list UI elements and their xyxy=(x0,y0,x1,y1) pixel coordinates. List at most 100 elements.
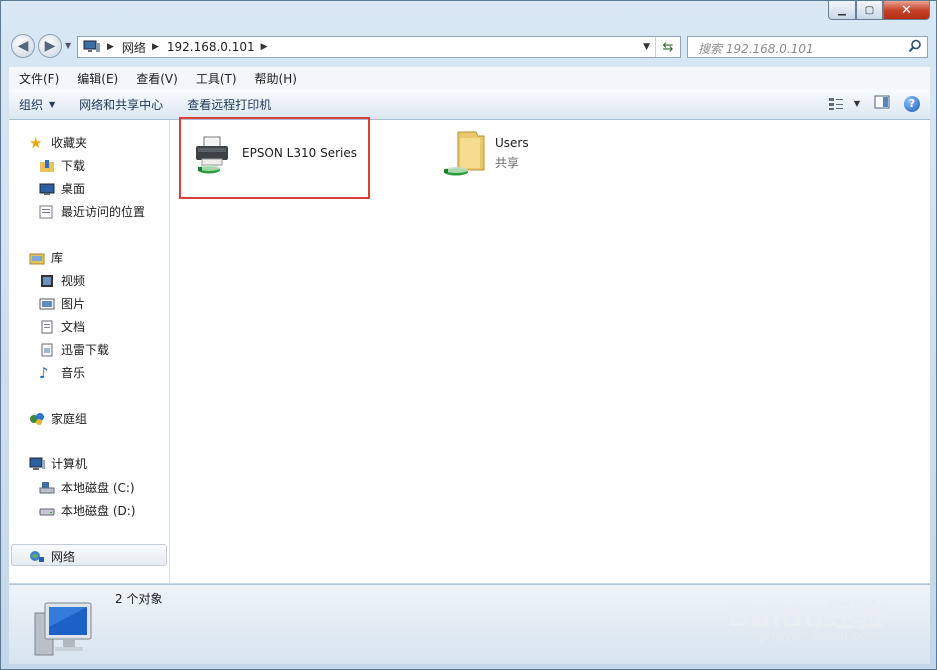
nav-recent-label: 最近访问的位置 xyxy=(61,205,146,219)
view-printers-button[interactable]: 查看远程打印机 xyxy=(177,96,279,113)
chevron-down-icon: ▼ xyxy=(853,99,860,108)
nav-music-label: 音乐 xyxy=(61,366,86,380)
nav-recent[interactable]: 最近访问的位置 xyxy=(39,203,145,220)
forward-button[interactable]: ▶ xyxy=(38,34,62,58)
refresh-button[interactable]: ⇆ xyxy=(655,37,680,57)
download-folder-icon xyxy=(39,159,55,173)
item-count: 2 个对象 xyxy=(115,592,163,606)
desktop-icon xyxy=(39,182,55,196)
nav-network-label: 网络 xyxy=(51,550,76,564)
menu-file[interactable]: 文件(F) xyxy=(9,70,67,87)
command-bar: 组织 ▼ 网络和共享中心 查看远程打印机 ▼ ? xyxy=(9,89,930,120)
preview-pane-button[interactable] xyxy=(874,95,890,112)
item-users-type: 共享 xyxy=(495,156,520,170)
item-users-name: Users xyxy=(495,136,529,150)
baidu-watermark-url: jingyan.baidu.com xyxy=(760,629,880,644)
nav-homegroup[interactable]: 家庭组 xyxy=(29,410,87,427)
item-users-text: Users 共享 xyxy=(495,136,529,171)
nav-drive-c[interactable]: 本地磁盘 (C:) xyxy=(39,479,135,496)
title-bar: ▁ ▢ ✕ xyxy=(1,1,936,31)
nav-favorites-label: 收藏夹 xyxy=(51,136,88,150)
computer-icon xyxy=(29,457,45,471)
explorer-window: ▁ ▢ ✕ ◀ ▶ ▼ ▶ 网络 ▶ 192.168.0.101 ▶ ▼ ⇆ 搜… xyxy=(0,0,937,670)
document-icon xyxy=(39,320,55,334)
nav-desktop[interactable]: 桌面 xyxy=(39,180,85,197)
details-pane: 2 个对象 Baidu经验 jingyan.baidu.com xyxy=(9,584,930,664)
shared-folder-icon xyxy=(440,128,490,180)
network-location-icon xyxy=(83,40,101,54)
close-button[interactable]: ✕ xyxy=(883,1,930,20)
video-icon xyxy=(39,274,55,288)
organize-label: 组织 xyxy=(19,97,44,112)
change-view-button[interactable]: ▼ xyxy=(828,97,860,111)
nav-videos[interactable]: 视频 xyxy=(39,272,85,289)
address-bar[interactable]: ▶ 网络 ▶ 192.168.0.101 ▶ ▼ ⇆ xyxy=(77,36,681,58)
crumb-host[interactable]: 192.168.0.101 xyxy=(167,40,255,54)
download-library-icon xyxy=(39,343,55,357)
nav-documents[interactable]: 文档 xyxy=(39,318,85,335)
nav-thunder-label: 迅雷下载 xyxy=(61,343,110,357)
menu-help[interactable]: 帮助(H) xyxy=(245,70,305,87)
nav-music[interactable]: ♪ 音乐 xyxy=(39,364,85,381)
item-users-share[interactable]: Users 共享 xyxy=(440,128,529,180)
crumb-separator-icon[interactable]: ▶ xyxy=(261,42,268,52)
network-center-button[interactable]: 网络和共享中心 xyxy=(69,96,171,113)
file-list: EPSON L310 Series Users 共享 xyxy=(170,117,930,583)
menu-edit[interactable]: 编辑(E) xyxy=(67,70,126,87)
hard-drive-icon xyxy=(39,504,55,518)
nav-network[interactable]: 网络 xyxy=(29,548,75,565)
nav-drive-d[interactable]: 本地磁盘 (D:) xyxy=(39,502,135,519)
nav-libraries[interactable]: 库 xyxy=(29,249,63,266)
menu-tools[interactable]: 工具(T) xyxy=(186,70,245,87)
menu-view[interactable]: 查看(V) xyxy=(126,70,186,87)
nav-pictures[interactable]: 图片 xyxy=(39,295,85,312)
nav-videos-label: 视频 xyxy=(61,274,86,288)
forward-arrow-icon: ▶ xyxy=(44,38,56,54)
nav-documents-label: 文档 xyxy=(61,320,86,334)
back-arrow-icon: ◀ xyxy=(17,38,29,54)
homegroup-icon xyxy=(29,412,45,426)
nav-homegroup-label: 家庭组 xyxy=(51,412,88,426)
star-icon: ★ xyxy=(29,133,43,152)
picture-icon xyxy=(39,297,55,311)
nav-desktop-label: 桌面 xyxy=(61,182,86,196)
nav-computer-label: 计算机 xyxy=(51,457,88,471)
nav-thunder-downloads[interactable]: 迅雷下载 xyxy=(39,341,109,358)
crumb-separator-icon: ▶ xyxy=(107,42,114,52)
search-input[interactable]: 搜索 192.168.0.101 xyxy=(698,40,814,57)
chevron-down-icon: ▼ xyxy=(49,99,56,109)
system-drive-icon xyxy=(39,481,55,495)
organize-button[interactable]: 组织 ▼ xyxy=(9,96,63,113)
address-dropdown-icon[interactable]: ▼ xyxy=(643,42,650,52)
selection-highlight-box xyxy=(179,117,370,199)
recent-pages-dropdown[interactable]: ▼ xyxy=(65,41,71,50)
nav-drive-d-label: 本地磁盘 (D:) xyxy=(61,504,136,518)
toolbar-right: ▼ ? xyxy=(828,95,920,112)
network-computer-icon xyxy=(27,597,97,662)
nav-downloads[interactable]: 下载 xyxy=(39,157,85,174)
preview-pane-icon xyxy=(874,95,890,109)
nav-libraries-label: 库 xyxy=(51,251,64,265)
caption-buttons: ▁ ▢ ✕ xyxy=(828,1,930,20)
navigation-pane: ★ 收藏夹 下载 桌面 最近访问的位置 库 视频 图片 文档 迅雷下载 ♪ 音乐… xyxy=(9,120,170,583)
nav-pictures-label: 图片 xyxy=(61,297,86,311)
nav-computer[interactable]: 计算机 xyxy=(29,455,87,472)
menu-bar: 文件(F) 编辑(E) 查看(V) 工具(T) 帮助(H) xyxy=(9,66,930,89)
minimize-button[interactable]: ▁ xyxy=(828,1,856,20)
view-details-icon xyxy=(828,97,843,110)
address-row: ◀ ▶ ▼ ▶ 网络 ▶ 192.168.0.101 ▶ ▼ ⇆ 搜索 192.… xyxy=(1,31,936,63)
help-icon[interactable]: ? xyxy=(904,95,920,112)
nav-drive-c-label: 本地磁盘 (C:) xyxy=(61,481,135,495)
network-icon xyxy=(29,550,45,564)
nav-downloads-label: 下载 xyxy=(61,159,86,173)
maximize-button[interactable]: ▢ xyxy=(856,1,883,20)
library-icon xyxy=(29,251,45,265)
recent-places-icon xyxy=(39,205,55,219)
crumb-network[interactable]: 网络 xyxy=(122,39,146,56)
nav-favorites[interactable]: ★ 收藏夹 xyxy=(29,134,87,151)
search-box[interactable]: 搜索 192.168.0.101 xyxy=(687,36,928,58)
back-button[interactable]: ◀ xyxy=(11,34,35,58)
crumb-separator-icon[interactable]: ▶ xyxy=(152,42,159,52)
search-icon[interactable] xyxy=(908,39,922,53)
music-note-icon: ♪ xyxy=(39,363,49,382)
